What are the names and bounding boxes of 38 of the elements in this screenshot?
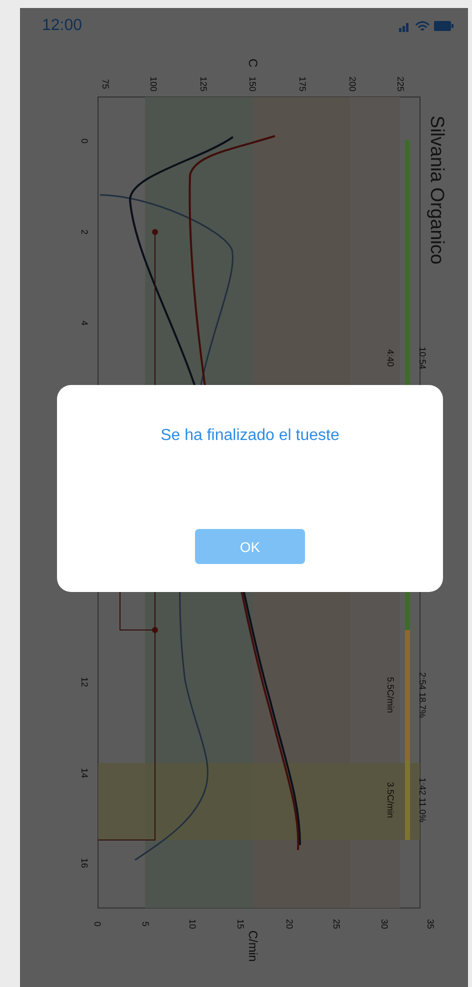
ok-button[interactable]: OK <box>195 529 305 564</box>
dialog-message: Se ha finalizado el tueste <box>160 427 340 445</box>
chart-title: Silvania Organico <box>426 116 447 264</box>
axis-tick-label: 100 <box>148 76 159 92</box>
phase-summary: 2:54 18.7% <box>418 672 428 718</box>
axis-tick-label: 225 <box>396 76 406 92</box>
wifi-icon <box>415 20 430 32</box>
signal-icon <box>399 20 411 32</box>
axis-tick-label: 10 <box>188 919 198 929</box>
axis-tick-label: 12 <box>80 677 90 687</box>
axis-tick-label: 150 <box>248 76 258 92</box>
axis-tick-label: 0 <box>80 138 90 144</box>
axis-tick-label: 30 <box>380 919 390 929</box>
axis-tick-label: 175 <box>298 76 308 92</box>
axis-tick-label: 5 <box>140 922 151 926</box>
phase-detail: 4:40 <box>386 349 396 367</box>
axis-tick-label: 125 <box>198 76 209 92</box>
axis-tick-label: 200 <box>348 76 358 92</box>
axis-tick-label: 0 <box>92 922 103 926</box>
battery-icon <box>434 21 454 31</box>
axis-label: C <box>246 58 260 68</box>
axis-tick-label: 25 <box>332 919 342 929</box>
axis-tick-label: 15 <box>236 919 246 929</box>
phase-detail: 5.5C/min <box>386 677 396 713</box>
status-time: 12:00 <box>42 17 82 35</box>
event-dot <box>152 627 158 633</box>
event-dot <box>152 229 158 235</box>
axis-tick-label: 75 <box>100 79 111 89</box>
axis-tick-label: 2 <box>80 230 90 234</box>
axis-label: C/min <box>246 930 260 962</box>
axis-tick-label: 35 <box>426 919 436 929</box>
axis-tick-label: 16 <box>80 858 90 868</box>
axis-tick-label: 20 <box>284 919 295 929</box>
axis-tick-label: 4 <box>80 320 90 326</box>
phase-detail: 3.5C/min <box>386 782 396 818</box>
phase-summary: 1:42 11.0% <box>418 778 428 822</box>
phase-summary: 10:54 <box>418 346 428 370</box>
axis-tick-label: 14 <box>80 768 90 778</box>
